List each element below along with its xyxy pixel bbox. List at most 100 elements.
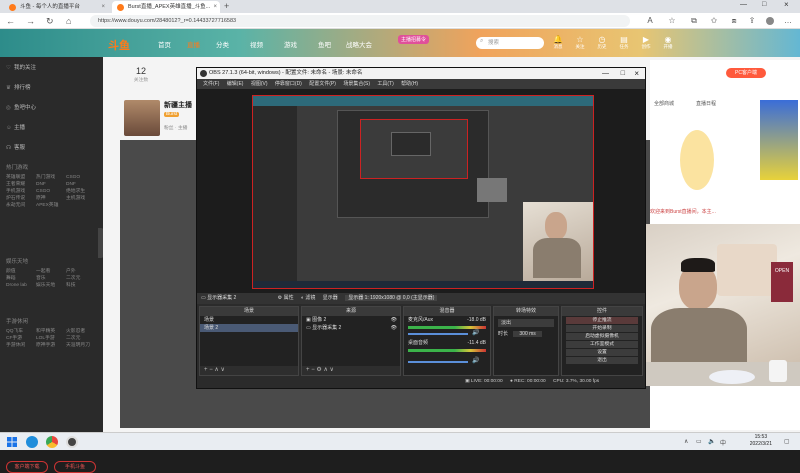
obs-menu-scene-collection[interactable]: 场景集合(S) — [343, 81, 370, 87]
volume-slider[interactable] — [408, 333, 468, 335]
chrome-icon[interactable] — [46, 436, 58, 448]
mobile-douyu-button[interactable]: 手机斗鱼 — [54, 461, 96, 473]
exit-button[interactable]: 退出 — [566, 357, 638, 364]
obs-menu-docks[interactable]: 停靠窗口(D) — [275, 81, 302, 87]
settings-button[interactable]: 设置 — [566, 349, 638, 356]
nav-category[interactable]: 分类 — [216, 39, 229, 49]
side-ad-banner[interactable] — [760, 100, 798, 180]
visibility-eye-icon[interactable]: 👁 — [391, 316, 397, 324]
display-select[interactable]: 显示器 1: 1920x1080 @ 0,0 (主显示器) — [345, 295, 438, 301]
sidebar-item-yuba[interactable]: ◎ 鱼吧中心 — [6, 103, 36, 111]
recruit-banner[interactable]: 主播招募令 — [398, 35, 430, 44]
visibility-eye-icon[interactable]: 👁 — [391, 324, 397, 332]
browser-tab-burst[interactable]: Burst直播_APEX英雄直播_斗鱼... × — [112, 1, 220, 13]
tasks-button[interactable]: ▤ 任务 — [614, 35, 634, 50]
down-icon[interactable]: ∨ — [330, 367, 334, 373]
source-item[interactable]: ▭ 显示器采集 2 👁 — [302, 324, 400, 332]
transition-select[interactable]: 淡出 — [498, 319, 554, 327]
read-aloud-icon[interactable]: A — [646, 17, 654, 25]
up-icon[interactable]: ∧ — [214, 367, 218, 373]
obs-menu-profile[interactable]: 配置文件(P) — [309, 81, 336, 87]
studio-mode-button[interactable]: 工作室模式 — [566, 341, 638, 348]
mall-button[interactable]: 全部商城 — [654, 100, 674, 107]
close-window-icon[interactable]: × — [784, 0, 789, 9]
sidebar-item-streamer[interactable]: ☺ 主播 — [6, 123, 25, 131]
douyu-logo[interactable]: 斗鱼 — [108, 37, 130, 53]
close-tab-icon[interactable]: × — [213, 1, 217, 13]
speaker-icon[interactable]: 🔊 — [472, 357, 479, 364]
more-menu-icon[interactable]: … — [784, 17, 792, 25]
add-icon[interactable]: + — [204, 367, 208, 373]
nav-home[interactable]: 首页 — [158, 39, 171, 49]
collections-icon[interactable]: ⧉ — [690, 17, 698, 25]
nav-yuba[interactable]: 鱼吧 — [318, 39, 331, 49]
browser-tab-douyu[interactable]: 斗鱼 - 每个人的直播平台 × — [4, 1, 108, 13]
properties-button[interactable]: ⚙ 属性 — [278, 295, 294, 301]
down-icon[interactable]: ∨ — [220, 367, 224, 373]
favorite-icon[interactable]: ☆ — [668, 17, 676, 25]
sidebar-item-service[interactable]: ☊ 客服 — [6, 143, 25, 151]
obs-icon[interactable] — [66, 436, 78, 448]
speaker-icon[interactable]: 🔊 — [472, 329, 479, 336]
url-field[interactable]: https://www.douyu.com/2848012?_r=0.14433… — [90, 15, 630, 27]
system-clock[interactable]: 15:53 2022/3/21 — [750, 434, 772, 448]
settings-icon[interactable]: ⚙ — [316, 367, 321, 373]
start-virtual-camera-button[interactable]: 启动虚拟摄像机 — [566, 333, 638, 340]
download-client-button[interactable]: 客户端下载 — [6, 461, 48, 473]
add-icon[interactable]: + — [306, 367, 310, 373]
start-live-button[interactable]: ◉ 开播 — [658, 35, 678, 50]
maximize-window-icon[interactable]: □ — [762, 1, 766, 8]
obs-menu-edit[interactable]: 编辑(E) — [227, 81, 244, 87]
obs-close-icon[interactable]: × — [634, 68, 639, 79]
follow-button[interactable]: ☆ 关注 — [570, 35, 590, 50]
chevron-up-icon[interactable]: ∧ — [684, 438, 688, 445]
streamer-avatar[interactable] — [124, 100, 160, 136]
sidebar-item-rank[interactable]: ♛ 排行榜 — [6, 83, 31, 91]
back-icon[interactable]: ← — [6, 16, 15, 26]
forward-icon[interactable]: → — [26, 16, 35, 26]
nav-video[interactable]: 视频 — [250, 39, 263, 49]
stop-streaming-button[interactable]: 停止推流 — [566, 317, 638, 324]
source-item[interactable]: ▣ 图像 2 👁 — [302, 316, 400, 324]
notification-icon[interactable]: ▢ — [784, 438, 790, 445]
ime-icon[interactable]: 中 — [720, 438, 726, 447]
history-button[interactable]: ◷ 历史 — [592, 35, 612, 50]
volume-icon[interactable]: 🔈 — [708, 438, 715, 445]
pc-client-button[interactable]: PC客户端 — [726, 68, 766, 78]
windows-start-icon[interactable] — [6, 436, 18, 448]
duration-input[interactable]: 300 ms — [513, 331, 542, 337]
network-icon[interactable]: ▭ — [696, 438, 702, 445]
extensions-icon[interactable]: ⧈ — [730, 17, 738, 25]
home-icon[interactable]: ⌂ — [66, 16, 71, 26]
sidebar-item-follow[interactable]: ♡ 我的关注 — [6, 63, 36, 71]
create-button[interactable]: ▶ 创作 — [636, 35, 656, 50]
remove-icon[interactable]: − — [209, 367, 213, 373]
close-tab-icon[interactable]: × — [101, 1, 105, 13]
obs-maximize-icon[interactable]: □ — [621, 68, 625, 79]
obs-menu-help[interactable]: 帮助(H) — [401, 81, 418, 87]
reload-icon[interactable]: ↻ — [46, 16, 54, 26]
obs-minimize-icon[interactable]: — — [602, 68, 609, 79]
profile-avatar-icon[interactable] — [766, 17, 774, 25]
schedule-button[interactable]: 直播日程 — [696, 100, 716, 107]
scene-item[interactable]: 场景 — [200, 316, 298, 324]
volume-slider[interactable] — [408, 361, 468, 363]
obs-menu-tools[interactable]: 工具(T) — [377, 81, 393, 87]
obs-preview-canvas[interactable] — [252, 95, 594, 289]
obs-menu-file[interactable]: 文件(F) — [203, 81, 219, 87]
nav-strategy[interactable]: 战略大会 — [346, 39, 372, 49]
edge-icon[interactable] — [26, 436, 38, 448]
new-tab-icon[interactable]: + — [224, 1, 229, 11]
nav-game[interactable]: 游戏 — [284, 39, 297, 49]
favorites-list-icon[interactable]: ✩ — [710, 17, 718, 25]
share-icon[interactable]: ⇪ — [748, 17, 756, 25]
start-recording-button[interactable]: 开始录制 — [566, 325, 638, 332]
search-icon[interactable]: ⌕ — [480, 38, 483, 45]
obs-menu-view[interactable]: 视图(V) — [251, 81, 268, 87]
nav-live[interactable]: 直播 — [187, 39, 200, 49]
minimize-window-icon[interactable]: — — [740, 1, 747, 8]
remove-icon[interactable]: − — [311, 367, 315, 373]
messages-button[interactable]: 🔔 消息 — [548, 35, 568, 50]
up-icon[interactable]: ∧ — [323, 367, 327, 373]
filters-button[interactable]: ◐ 滤镜 — [301, 295, 315, 301]
